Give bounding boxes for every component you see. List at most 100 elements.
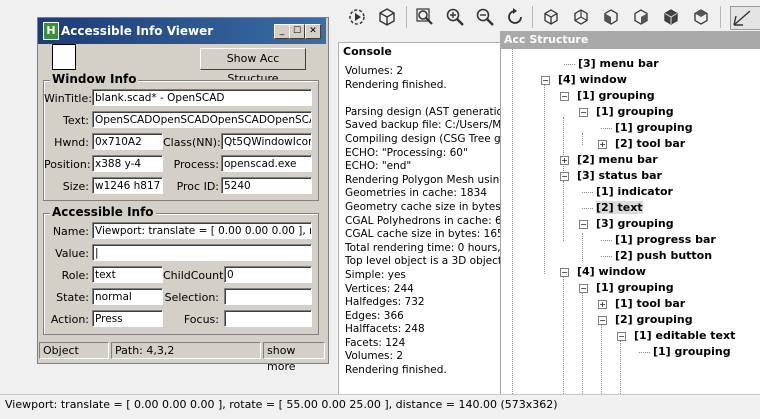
- console-line: Volumes: 2: [345, 65, 404, 77]
- collapse-icon[interactable]: −: [560, 268, 569, 277]
- collapse-icon[interactable]: −: [541, 76, 550, 85]
- collapse-icon[interactable]: −: [579, 284, 588, 293]
- collapse-icon[interactable]: −: [560, 92, 569, 101]
- console-line: Rendering finished.: [345, 78, 447, 91]
- procid-field[interactable]: 5240: [221, 177, 312, 194]
- tree-node[interactable]: [1] grouping: [653, 345, 731, 358]
- expand-icon[interactable]: +: [598, 140, 607, 149]
- size-field[interactable]: w1246 h817: [92, 177, 163, 194]
- tree-node[interactable]: [1] editable text: [634, 329, 735, 342]
- console-line: Top level object is a 3D object:: [345, 255, 505, 268]
- console-line: Saved backup file: C:/Users/Me: [345, 119, 505, 132]
- value-field[interactable]: |: [92, 244, 312, 261]
- process-label: Process:: [173, 158, 219, 171]
- tree-node[interactable]: [1] grouping: [615, 121, 693, 134]
- status-object: Object: [39, 342, 109, 359]
- tree-node[interactable]: [1] grouping: [596, 105, 674, 118]
- tree-node[interactable]: [2] tool bar: [615, 137, 685, 150]
- viewport-status-text: Viewport: translate = [ 0.00 0.00 0.00 ]…: [5, 398, 558, 411]
- reset-view-icon[interactable]: [504, 6, 526, 28]
- hwnd-label: Hwnd:: [54, 136, 89, 149]
- tree-node[interactable]: [2] grouping: [615, 313, 693, 326]
- tree-node[interactable]: [3] menu bar: [578, 57, 659, 70]
- tree-node[interactable]: [1] grouping: [596, 281, 674, 294]
- console-line: ECHO: "end": [345, 160, 412, 173]
- collapse-icon[interactable]: −: [598, 316, 607, 325]
- view-right-icon[interactable]: [630, 6, 652, 28]
- render-icon[interactable]: [376, 6, 398, 28]
- tree-node[interactable]: [1] grouping: [577, 89, 655, 102]
- accessible-info-legend: Accessible Info: [50, 205, 156, 219]
- name-field[interactable]: Viewport: translate = [ 0.00 0.00 0.00 ]…: [92, 222, 312, 239]
- crosshair-finder[interactable]: [52, 44, 76, 70]
- tree-node[interactable]: [4] window: [577, 265, 646, 278]
- view-back-icon[interactable]: [690, 6, 712, 28]
- action-field[interactable]: Press: [92, 310, 163, 327]
- tree-node[interactable]: [2] text: [596, 201, 643, 214]
- perspective-icon[interactable]: [730, 6, 760, 30]
- console-line: CGAL cache size in bytes: 1654: [345, 228, 505, 241]
- show-more-button[interactable]: show more: [263, 342, 325, 373]
- console-line: Volumes: 2: [345, 350, 404, 363]
- state-field[interactable]: normal: [92, 288, 163, 305]
- zoom-out-icon[interactable]: [474, 6, 496, 28]
- view-left-icon[interactable]: [600, 6, 622, 28]
- close-icon[interactable]: ✕: [305, 24, 321, 39]
- zoom-in-icon[interactable]: [444, 6, 466, 28]
- position-label: Position:: [44, 158, 91, 171]
- console-output[interactable]: Volumes: 2 Rendering finished. Parsing de…: [345, 65, 505, 395]
- console-title: Console: [343, 45, 392, 58]
- role-field[interactable]: text: [92, 266, 163, 283]
- procid-label: Proc ID:: [176, 180, 219, 193]
- console-line: Compiling design (CSG Tree gen: [345, 132, 505, 145]
- animate-icon[interactable]: [346, 6, 368, 28]
- tree-node[interactable]: [1] tool bar: [615, 297, 685, 310]
- wintitle-field[interactable]: blank.scad* - OpenSCAD: [92, 89, 312, 106]
- process-field[interactable]: openscad.exe: [221, 155, 312, 172]
- console-line: Rendering Polygon Mesh using C: [345, 173, 505, 186]
- childcount-field[interactable]: 0: [224, 266, 312, 283]
- view-front-icon[interactable]: [660, 6, 682, 28]
- tree-node[interactable]: [2] push button: [615, 249, 712, 262]
- collapse-icon[interactable]: −: [579, 220, 588, 229]
- console-line: Vertices: 244: [345, 282, 414, 295]
- name-label: Name:: [52, 225, 89, 238]
- openscad-toolbar: [338, 0, 760, 35]
- position-field[interactable]: x388 y-4: [92, 155, 163, 172]
- tree-node[interactable]: [1] indicator: [596, 185, 673, 198]
- selection-field[interactable]: [224, 288, 312, 305]
- tree-node[interactable]: [3] status bar: [577, 169, 662, 182]
- console-line: ECHO: "Processing: 60": [345, 146, 468, 159]
- tree-node[interactable]: [2] menu bar: [577, 153, 658, 166]
- class-label: Class(NN):: [163, 136, 221, 149]
- zoom-all-icon[interactable]: [414, 6, 436, 28]
- show-acc-structure-button[interactable]: Show Acc Structure: [200, 48, 306, 85]
- tree-node[interactable]: [3] grouping: [596, 217, 674, 230]
- app-icon: H: [43, 22, 59, 40]
- collapse-icon[interactable]: −: [579, 108, 588, 117]
- role-label: Role:: [61, 269, 89, 282]
- class-field[interactable]: Qt5QWindowIcon: [221, 133, 312, 150]
- console-line: Facets: 124: [345, 336, 406, 349]
- hwnd-field[interactable]: 0x710A2: [92, 133, 163, 150]
- focus-field[interactable]: [224, 310, 312, 327]
- collapse-icon[interactable]: −: [560, 172, 569, 181]
- tree-node[interactable]: [4] window: [558, 73, 627, 86]
- text-label: Text:: [63, 114, 89, 127]
- console-line: Total rendering time: 0 hours, 1: [345, 241, 505, 254]
- text-field[interactable]: OpenSCADOpenSCADOpenSCADOpenSCAD: [92, 111, 312, 128]
- expand-icon[interactable]: +: [598, 300, 607, 309]
- acc-structure-titlebar[interactable]: Acc Structure: [500, 31, 760, 49]
- view-top-icon[interactable]: [540, 6, 562, 28]
- console-line: Rendering finished.: [345, 364, 447, 377]
- maximize-icon[interactable]: ☐: [289, 24, 305, 39]
- focus-label: Focus:: [183, 313, 219, 326]
- console-line: Halfedges: 732: [345, 296, 425, 309]
- minimize-icon[interactable]: _: [274, 24, 290, 39]
- expand-icon[interactable]: +: [560, 156, 569, 165]
- collapse-icon[interactable]: −: [617, 332, 626, 341]
- console-line: CGAL Polyhedrons in cache: 62: [345, 214, 505, 227]
- view-bottom-icon[interactable]: [570, 6, 592, 28]
- acc-structure-tree[interactable]: [3] menu bar − [4] window − [1] grouping − [1]…: [500, 49, 760, 394]
- tree-node[interactable]: [1] progress bar: [615, 233, 716, 246]
